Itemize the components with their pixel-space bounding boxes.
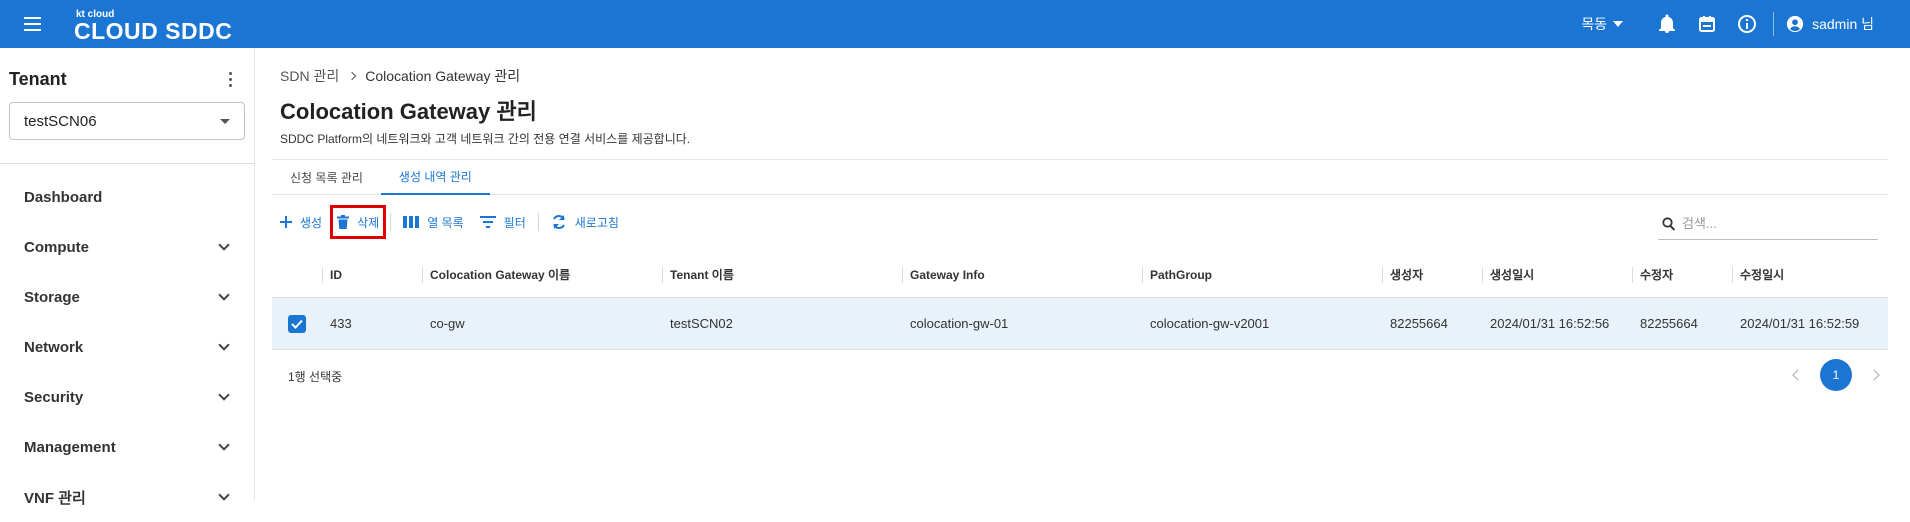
table-cell: 433 (330, 316, 352, 331)
info-icon[interactable] (1736, 13, 1758, 35)
table-cell: 82255664 (1640, 316, 1698, 331)
more-vert-icon[interactable] (225, 68, 236, 91)
header-checkbox-cell (272, 252, 322, 297)
table-header-row: ID Colocation Gateway 이름 Tenant 이름 Gatew… (272, 252, 1888, 298)
chevron-down-icon (218, 289, 230, 301)
sidebar-item-label: Management (24, 438, 116, 456)
top-app-bar: kt cloud CLOUD SDDC 목동 sadmin 님 (0, 0, 1910, 48)
pagination: 1 (1792, 359, 1880, 391)
search-box (1658, 208, 1878, 240)
sidebar-item-storage[interactable]: Storage (0, 272, 254, 322)
table-cell: colocation-gw-01 (910, 316, 1009, 331)
view-column-icon (403, 216, 420, 228)
chevron-down-icon (218, 239, 230, 251)
sidebar-item-network[interactable]: Network (0, 322, 254, 372)
user-menu[interactable]: sadmin 님 (1786, 14, 1874, 34)
table-toolbar: 생성 삭제 열 목록 필터 새로고침 (272, 205, 627, 239)
column-header-modified-at[interactable]: 수정일시 (1732, 252, 1888, 297)
table-cell: 2024/01/31 16:52:56 (1490, 316, 1610, 331)
sidebar-item-label: Security (24, 388, 84, 406)
columns-button[interactable]: 열 목록 (395, 207, 471, 237)
table-row[interactable]: 433 co-gw testSCN02 colocation-gw-01 col… (272, 298, 1888, 350)
divider (537, 213, 539, 231)
column-header-pathgroup[interactable]: PathGroup (1142, 252, 1382, 297)
tab-created-list[interactable]: 생성 내역 관리 (380, 160, 490, 195)
chevron-down-icon (218, 339, 230, 351)
selection-count: 1행 선택중 (288, 370, 343, 384)
refresh-button-label: 새로고침 (574, 215, 619, 230)
account-circle-icon (1786, 15, 1804, 33)
tenant-heading: Tenant (9, 68, 67, 89)
chevron-right-icon (347, 71, 357, 81)
sidebar: Tenant testSCN06 Dashboard Compute Stora… (0, 48, 255, 507)
main-content: SDN 관리 Colocation Gateway 관리 Colocation … (256, 48, 1910, 500)
column-header-creator[interactable]: 생성자 (1382, 252, 1482, 297)
create-button-label: 생성 (300, 215, 323, 230)
chevron-down-icon (218, 389, 230, 401)
column-header-gateway-info[interactable]: Gateway Info (902, 252, 1142, 297)
sidebar-item-label: VNF 관리 (24, 489, 86, 507)
filter-button-label: 필터 (503, 215, 526, 230)
sidebar-item-label: Compute (24, 238, 89, 256)
tab-request-list[interactable]: 신청 목록 관리 (272, 160, 381, 195)
page-button-current[interactable]: 1 (1820, 359, 1852, 391)
search-input[interactable] (1682, 216, 1862, 231)
delete-button-label: 삭제 (357, 215, 380, 230)
columns-button-label: 열 목록 (427, 215, 464, 230)
refresh-icon (552, 215, 565, 229)
column-header-tenant-name[interactable]: Tenant 이름 (662, 252, 902, 297)
sidebar-item-dashboard[interactable]: Dashboard (0, 172, 254, 222)
table-cell: 82255664 (1390, 316, 1448, 331)
filter-icon (479, 216, 496, 228)
check-icon (291, 319, 303, 329)
sidebar-item-vnf[interactable]: VNF 관리 (0, 472, 254, 522)
row-checkbox[interactable] (288, 314, 306, 333)
sidebar-item-label: Dashboard (24, 188, 103, 206)
sidebar-item-management[interactable]: Management (0, 422, 254, 472)
search-icon (1662, 216, 1676, 231)
filter-button[interactable]: 필터 (472, 207, 534, 237)
table-cell: co-gw (430, 316, 465, 331)
chevron-down-icon (218, 439, 230, 451)
page-title: Colocation Gateway 관리 (280, 99, 537, 124)
sidebar-item-label: Storage (24, 288, 80, 306)
tab-bar: 신청 목록 관리 생성 내역 관리 (272, 159, 1888, 195)
column-header-gateway-name[interactable]: Colocation Gateway 이름 (422, 252, 662, 297)
plus-icon (280, 216, 292, 228)
sidebar-item-security[interactable]: Security (0, 372, 254, 422)
menu-icon[interactable] (18, 9, 48, 39)
column-header-created-at[interactable]: 생성일시 (1482, 252, 1632, 297)
tenant-select[interactable]: testSCN06 (9, 102, 245, 140)
chevron-down-icon (218, 489, 230, 501)
breadcrumb: SDN 관리 Colocation Gateway 관리 (280, 66, 520, 86)
chevron-right-icon[interactable] (1868, 369, 1880, 381)
table-cell: testSCN02 (670, 316, 733, 331)
column-header-modifier[interactable]: 수정자 (1632, 252, 1732, 297)
sidebar-item-compute[interactable]: Compute (0, 222, 254, 272)
divider (0, 163, 254, 164)
sidebar-nav: Dashboard Compute Storage Network Securi… (0, 172, 254, 522)
breadcrumb-item-sdn[interactable]: SDN 관리 (280, 66, 339, 86)
refresh-button[interactable]: 새로고침 (543, 207, 627, 237)
divider (1773, 12, 1775, 36)
page-description: SDDC Platform의 네트워크와 고객 네트워크 간의 전용 연결 서비… (280, 132, 691, 146)
sidebar-item-label: Network (24, 338, 84, 356)
trash-icon (337, 215, 350, 229)
divider (390, 213, 392, 231)
table-cell: colocation-gw-v2001 (1150, 316, 1270, 331)
caret-down-icon (220, 118, 230, 124)
user-name: sadmin 님 (1812, 16, 1874, 32)
breadcrumb-item-current: Colocation Gateway 관리 (365, 68, 521, 84)
tenant-select-value: testSCN06 (24, 112, 97, 130)
row-checkbox-cell (272, 298, 322, 349)
chevron-left-icon[interactable] (1792, 369, 1804, 381)
column-header-id[interactable]: ID (322, 252, 422, 297)
delete-button[interactable]: 삭제 (330, 205, 387, 239)
table-cell: 2024/01/31 16:52:59 (1740, 316, 1860, 331)
app-logo[interactable]: kt cloud CLOUD SDDC (66, 4, 246, 44)
data-table: ID Colocation Gateway 이름 Tenant 이름 Gatew… (272, 252, 1888, 350)
create-button[interactable]: 생성 (272, 207, 330, 237)
